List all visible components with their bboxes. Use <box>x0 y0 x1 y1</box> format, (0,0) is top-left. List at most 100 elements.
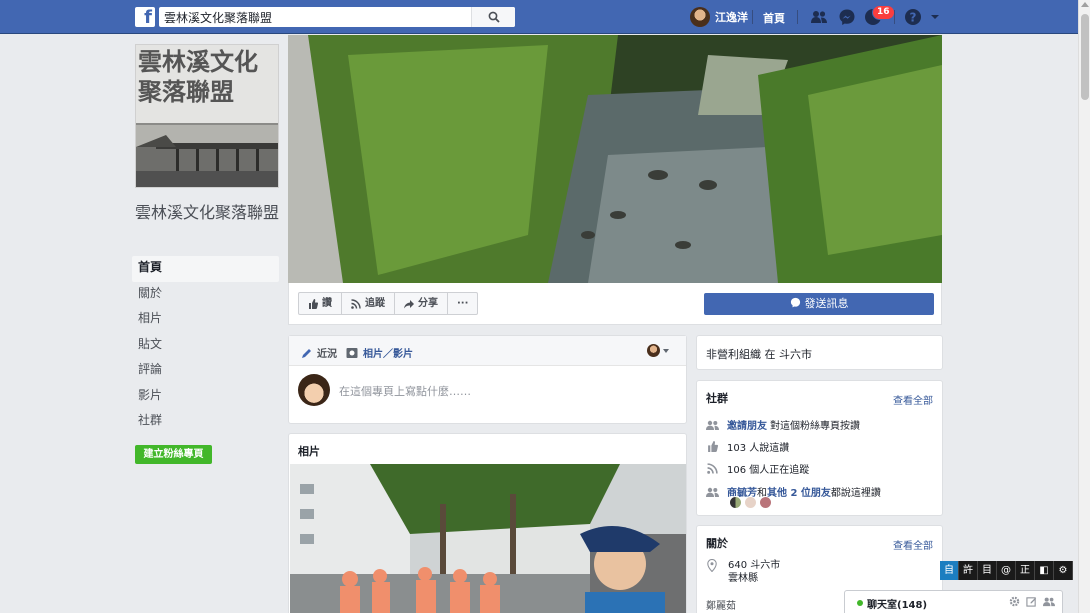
avatar[interactable] <box>744 496 757 509</box>
ime-key[interactable]: ◧ <box>1035 561 1054 580</box>
search-box[interactable] <box>159 7 515 27</box>
ime-key[interactable]: 自 <box>940 561 959 580</box>
page-action-bar: 讚 追蹤 分享 ··· 發送訊息 <box>288 283 942 325</box>
profile-link[interactable]: 江逸洋 <box>690 7 748 27</box>
avatar[interactable] <box>647 344 660 357</box>
messenger-icon[interactable] <box>838 8 856 26</box>
invite-friends-link[interactable]: 邀請朋友 <box>727 417 767 432</box>
page-profile-photo[interactable]: 雲林溪文化聚落聯盟 <box>135 44 279 188</box>
page-nav: 首頁 關於 相片 貼文 評論 影片 社群 <box>132 256 279 435</box>
nav-item-reviews[interactable]: 評論 <box>132 358 279 384</box>
chevron-down-icon[interactable] <box>663 349 669 353</box>
search-input[interactable] <box>164 7 474 27</box>
category-card: 非營利組織 在 斗六市 <box>696 335 943 370</box>
tab-photo-video[interactable]: 相片／影片 <box>346 345 413 360</box>
composer-input[interactable]: 在這個專頁上寫點什麼…… <box>339 383 471 399</box>
other-friends-link[interactable]: 其他 2 位朋友 <box>767 484 831 499</box>
friend-requests-icon[interactable] <box>810 8 828 26</box>
tab-photo-label: 相片／影片 <box>363 349 413 360</box>
follow-button[interactable]: 追蹤 <box>342 293 395 314</box>
camera-icon <box>346 347 358 358</box>
like-button[interactable]: 讚 <box>299 293 342 314</box>
search-icon <box>488 11 500 23</box>
category-text: 非營利組織 在 斗六市 <box>706 348 812 361</box>
search-button[interactable] <box>471 7 515 27</box>
avatar[interactable] <box>759 496 772 509</box>
cover-image <box>288 35 942 283</box>
gear-icon[interactable] <box>1009 596 1020 610</box>
create-page-button[interactable]: 建立粉絲專頁 <box>135 445 212 464</box>
community-see-all-link[interactable]: 查看全部 <box>893 392 933 407</box>
post-composer: 近況 相片／影片 在這個專頁上寫點什麼…… <box>288 335 687 424</box>
invite-text: 對這個粉絲專頁按讚 <box>770 421 860 432</box>
divider <box>752 10 753 24</box>
messenger-icon <box>790 297 800 308</box>
top-bar: f 江逸洋 首頁 16 ? <box>0 0 1078 34</box>
chat-label: 聊天室(148) <box>867 600 928 611</box>
likes-text: 103 人說這讚 <box>727 443 790 454</box>
street-photo <box>290 464 686 613</box>
nav-item-posts[interactable]: 貼文 <box>132 333 279 359</box>
avatar <box>690 7 710 27</box>
follow-label: 追蹤 <box>365 298 385 309</box>
nav-item-videos[interactable]: 影片 <box>132 384 279 410</box>
profile-photo-title: 雲林溪文化聚落聯盟 <box>138 47 258 106</box>
scrollbar[interactable] <box>1078 0 1090 613</box>
thumbs-up-icon <box>309 298 318 309</box>
action-button-group: 讚 追蹤 分享 ··· <box>298 292 479 315</box>
photo-thumbnail[interactable] <box>290 464 686 613</box>
ime-key[interactable]: 目 <box>978 561 997 580</box>
ime-key[interactable]: 許 <box>959 561 978 580</box>
friend-avatars <box>729 496 774 509</box>
community-card: 社群 查看全部 邀請朋友 對這個粉絲專頁按讚 103 人說這讚 106 個人正在… <box>696 380 943 516</box>
address: 640 斗六市 雲林縣 <box>728 559 780 585</box>
follows-row: 106 個人正在追蹤 <box>706 461 809 476</box>
compose-icon[interactable] <box>1026 596 1037 610</box>
online-status-icon <box>857 600 863 606</box>
cover-photo[interactable] <box>288 35 942 283</box>
people-icon <box>706 487 719 497</box>
home-link[interactable]: 首頁 <box>763 10 785 26</box>
scroll-up-arrow[interactable] <box>1081 2 1089 7</box>
nav-item-community[interactable]: 社群 <box>132 409 279 435</box>
chat-sidebar-tab[interactable]: 聊天室(148) <box>844 590 1063 613</box>
bridge-photo <box>136 125 278 187</box>
help-icon[interactable]: ? <box>904 8 922 26</box>
more-button[interactable]: ··· <box>448 293 477 314</box>
tab-status[interactable]: 近況 <box>301 345 337 360</box>
pencil-icon <box>302 348 311 358</box>
ime-settings-icon[interactable]: ⚙ <box>1054 561 1073 580</box>
tab-status-label: 近況 <box>317 349 337 360</box>
nav-item-home[interactable]: 首頁 <box>132 256 279 282</box>
photos-title: 相片 <box>298 445 320 458</box>
share-label: 分享 <box>418 298 438 309</box>
chevron-down-icon[interactable] <box>930 12 940 22</box>
share-arrow-icon <box>404 299 414 308</box>
community-title: 社群 <box>706 392 728 405</box>
svg-text:?: ? <box>910 11 917 25</box>
rss-icon <box>351 298 361 309</box>
follows-text: 106 個人正在追蹤 <box>727 465 810 476</box>
send-message-label: 發送訊息 <box>804 297 849 310</box>
people-icon <box>706 420 719 430</box>
scroll-thumb[interactable] <box>1081 14 1089 100</box>
rss-icon <box>707 463 718 474</box>
about-extra-text: 鄭麗茹 <box>706 601 736 612</box>
new-group-icon[interactable] <box>1043 596 1055 610</box>
avatar[interactable] <box>729 496 742 509</box>
invite-row: 邀請朋友 對這個粉絲專頁按讚 <box>706 417 860 432</box>
thumbs-up-icon <box>708 441 719 452</box>
ime-key[interactable]: @ <box>997 561 1016 580</box>
share-button[interactable]: 分享 <box>395 293 448 314</box>
address-line: 雲林縣 <box>728 573 758 584</box>
facebook-logo-icon[interactable]: f <box>135 7 155 27</box>
friend-tail-text: 都說這裡讚 <box>830 488 881 499</box>
send-message-button[interactable]: 發送訊息 <box>704 293 934 315</box>
nav-item-about[interactable]: 關於 <box>132 282 279 308</box>
about-see-all-link[interactable]: 查看全部 <box>893 537 933 552</box>
user-name: 江逸洋 <box>715 11 748 24</box>
nav-item-photos[interactable]: 相片 <box>132 307 279 333</box>
ime-key[interactable]: 正 <box>1016 561 1035 580</box>
ime-toolbar: 自 許 目 @ 正 ◧ ⚙ <box>940 561 1073 580</box>
composer-tabs: 近況 相片／影片 <box>289 336 686 366</box>
